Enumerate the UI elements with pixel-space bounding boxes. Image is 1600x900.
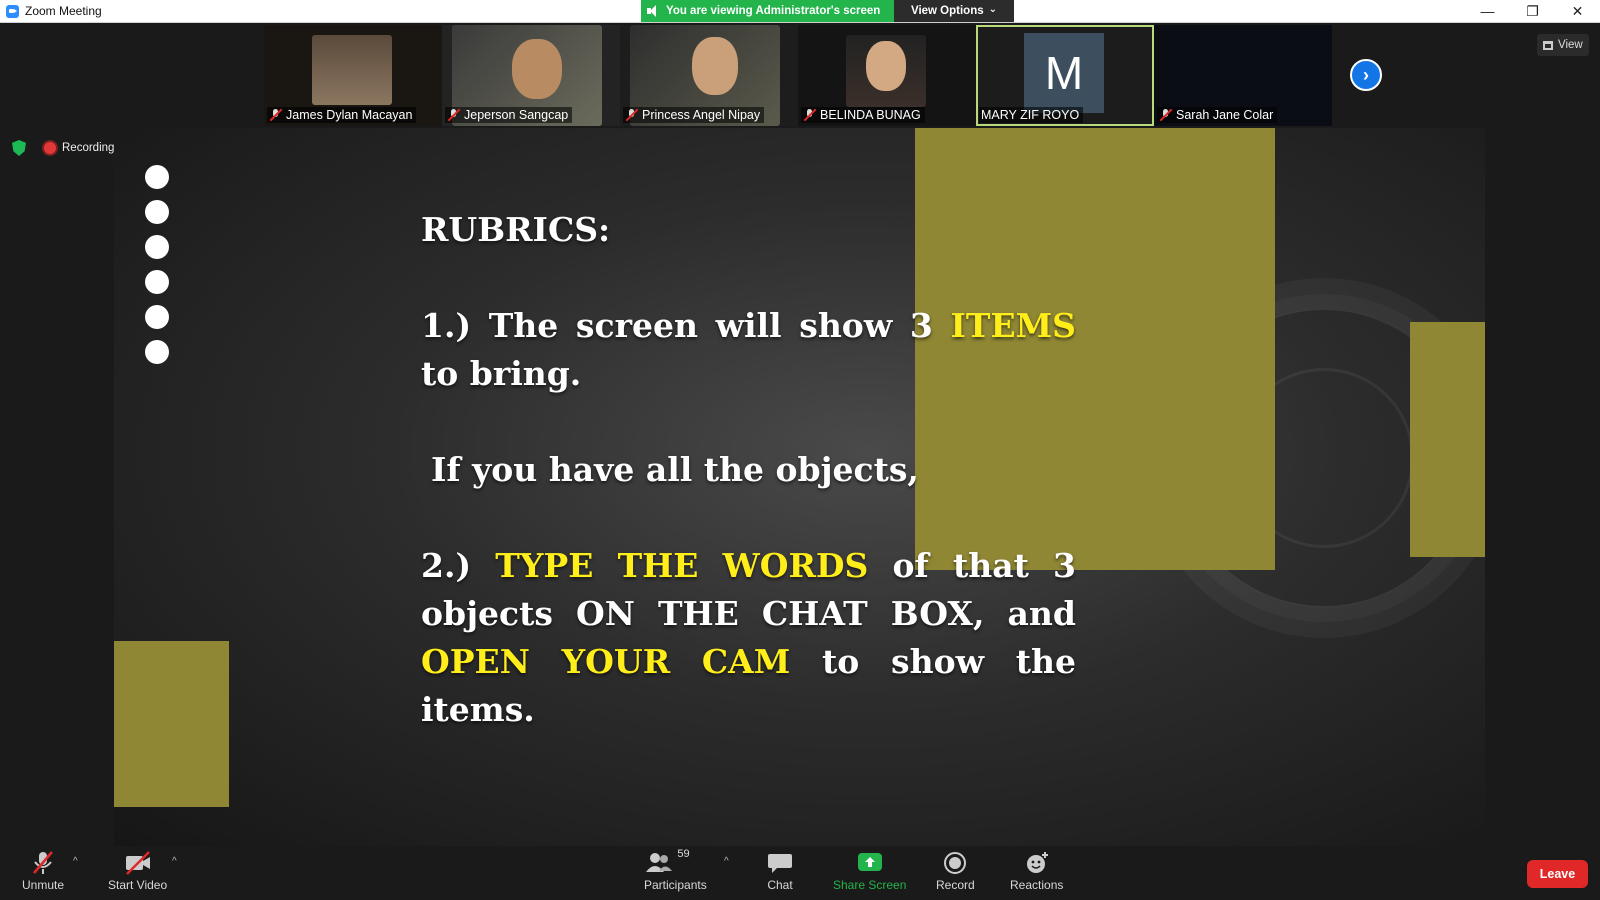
restore-button[interactable]: ❐ — [1510, 0, 1555, 22]
participant-name-label: BELINDA BUNAG — [801, 107, 925, 123]
slide-bullet — [145, 340, 169, 364]
reactions-label: Reactions — [1010, 878, 1064, 892]
reactions-button[interactable]: Reactions — [1010, 850, 1063, 892]
rubric-text: 2.) — [421, 546, 472, 585]
participant-name-label: MARY ZIF ROYO — [979, 107, 1084, 123]
participant-tile-active-speaker[interactable]: M MARY ZIF ROYO — [976, 25, 1154, 126]
participant-name-label: Jeperson Sangcap — [445, 107, 573, 123]
record-button[interactable]: Record — [936, 850, 975, 892]
start-video-label: Start Video — [108, 878, 168, 892]
view-button-label: View — [1558, 39, 1583, 51]
rubric-text: to bring. — [421, 354, 582, 393]
rubric-highlight: OPEN YOUR CAM — [421, 642, 791, 681]
rubric-item-1: 1.) The screen will show 3 ITEMS to brin… — [421, 302, 1076, 398]
chat-label: Chat — [767, 878, 793, 892]
share-screen-icon — [856, 850, 884, 876]
slide-bullet — [145, 165, 169, 189]
record-icon — [941, 850, 969, 876]
rubric-text: 1.) The screen will show 3 — [421, 306, 933, 345]
audio-options-caret[interactable]: ^ — [73, 856, 78, 867]
zoom-app-icon — [6, 4, 19, 18]
mic-muted-icon — [447, 108, 461, 122]
gallery-view-icon — [1543, 40, 1553, 50]
rubric-condition: If you have all the objects, — [431, 450, 919, 489]
participant-name: Sarah Jane Colar — [1176, 108, 1274, 122]
participant-video — [866, 41, 906, 91]
view-options-label: View Options — [910, 5, 984, 17]
slide-content: RUBRICS: 1.) The screen will show 3 ITEM… — [421, 206, 1076, 734]
participant-name: BELINDA BUNAG — [820, 108, 921, 122]
participant-video — [692, 37, 738, 95]
meeting-toolbar: Unmute ^ Start Video ^ 59 Participants ^… — [0, 846, 1600, 900]
chat-button[interactable]: Chat — [766, 850, 794, 892]
rubric-highlight: ITEMS — [950, 306, 1077, 345]
share-screen-label: Share Screen — [833, 878, 907, 892]
recording-label: Recording — [62, 142, 115, 154]
chat-icon — [766, 850, 794, 876]
slide-bullet — [145, 235, 169, 259]
decorative-block — [1410, 322, 1485, 557]
participants-options-caret[interactable]: ^ — [724, 856, 729, 867]
participant-name: Princess Angel Nipay — [642, 108, 761, 122]
recording-indicator[interactable]: Recording — [44, 139, 114, 157]
participant-tile[interactable]: Princess Angel Nipay — [620, 25, 798, 126]
mic-muted-icon — [269, 108, 283, 122]
unmute-label: Unmute — [22, 878, 65, 892]
window-title: Zoom Meeting — [25, 4, 102, 18]
view-options-button[interactable]: View Options ⌄ — [894, 0, 1014, 22]
participants-button[interactable]: 59 Participants — [644, 848, 707, 892]
participant-name: James Dylan Macayan — [286, 108, 413, 122]
avatar: M — [1024, 33, 1104, 113]
participant-tile[interactable]: Sarah Jane Colar — [1154, 25, 1332, 126]
mic-muted-icon — [29, 850, 57, 876]
shared-screen: RUBRICS: 1.) The screen will show 3 ITEM… — [114, 128, 1485, 846]
start-video-button[interactable]: Start Video — [108, 850, 167, 892]
mic-muted-icon — [1159, 108, 1173, 122]
participant-name: MARY ZIF ROYO — [981, 108, 1080, 122]
participant-video — [512, 39, 562, 99]
mic-muted-icon — [803, 108, 817, 122]
participant-name-label: James Dylan Macayan — [267, 107, 417, 123]
chevron-right-icon: › — [1363, 64, 1369, 85]
view-button[interactable]: View — [1537, 34, 1589, 56]
rubric-item-2: 2.) TYPE THE WORDS of that 3 objects ON … — [421, 542, 1076, 734]
slide-bullet — [145, 270, 169, 294]
speaker-icon — [647, 5, 659, 17]
viewing-banner-text: You are viewing Administrator's screen — [666, 5, 881, 17]
participant-name-label: Princess Angel Nipay — [623, 107, 765, 123]
viewing-screen-banner: You are viewing Administrator's screen — [641, 0, 894, 22]
participant-name-label: Sarah Jane Colar — [1157, 107, 1278, 123]
chevron-down-icon: ⌄ — [988, 3, 998, 15]
video-off-icon — [124, 850, 152, 876]
participant-video — [312, 35, 392, 105]
slide-bullet — [145, 305, 169, 329]
security-shield-icon[interactable] — [12, 140, 26, 156]
minimize-button[interactable]: — — [1465, 0, 1510, 22]
decorative-block — [114, 641, 229, 807]
gallery-next-button[interactable]: › — [1350, 59, 1382, 91]
participant-tile[interactable]: BELINDA BUNAG — [798, 25, 976, 126]
participants-icon: 59 — [645, 848, 705, 876]
close-button[interactable]: ✕ — [1555, 0, 1600, 22]
record-label: Record — [936, 878, 975, 892]
participants-count: 59 — [677, 848, 690, 860]
slide-title: RUBRICS: — [421, 210, 611, 249]
rubric-highlight: TYPE THE WORDS — [495, 546, 869, 585]
video-options-caret[interactable]: ^ — [172, 856, 177, 867]
recording-dot-icon — [44, 142, 56, 154]
window-controls: — ❐ ✕ — [1465, 0, 1600, 22]
participant-tile[interactable]: Jeperson Sangcap — [442, 25, 620, 126]
leave-button[interactable]: Leave — [1527, 860, 1588, 888]
reactions-smiley-icon — [1023, 850, 1051, 876]
slide-bullet — [145, 200, 169, 224]
participant-tile[interactable]: James Dylan Macayan — [264, 25, 442, 126]
participant-gallery-strip: James Dylan Macayan Jeperson Sangcap Pri… — [264, 25, 1332, 126]
participants-label: Participants — [644, 878, 707, 892]
share-screen-button[interactable]: Share Screen — [833, 850, 906, 892]
unmute-button[interactable]: Unmute — [22, 850, 64, 892]
participant-name: Jeperson Sangcap — [464, 108, 569, 122]
mic-muted-icon — [625, 108, 639, 122]
